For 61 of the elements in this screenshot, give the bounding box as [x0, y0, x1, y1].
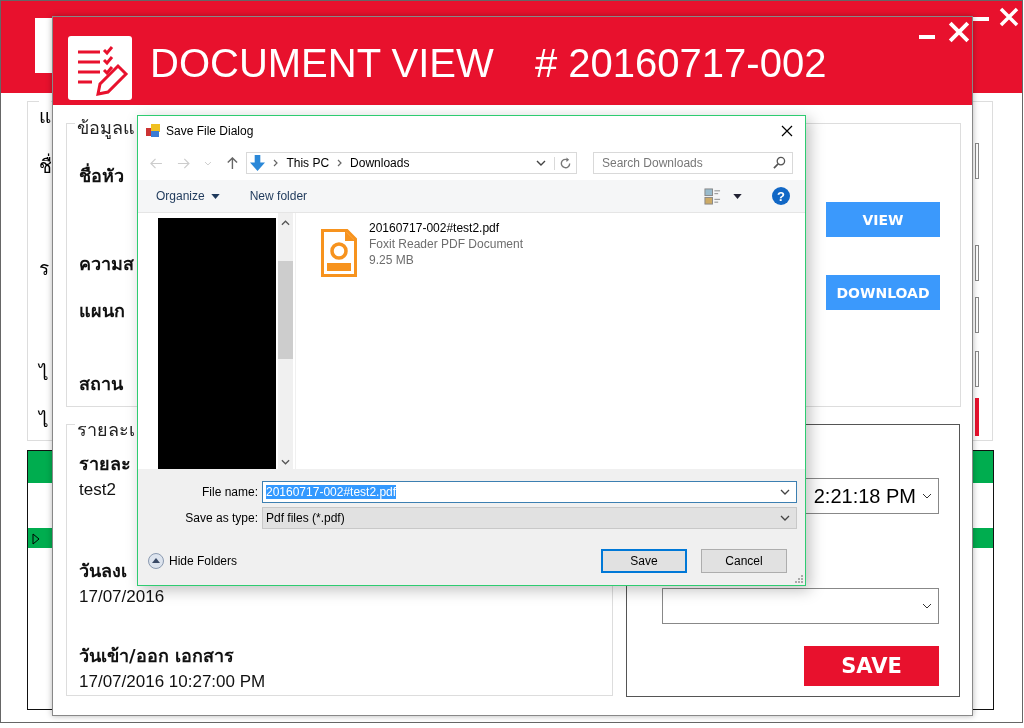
- resize-grip-icon[interactable]: [795, 575, 803, 583]
- chevron-icon: [922, 493, 932, 499]
- address-bar[interactable]: This PC Downloads: [246, 152, 577, 174]
- hide-folders-button[interactable]: Hide Folders: [148, 553, 238, 569]
- file-size: 9.25 MB: [369, 253, 415, 267]
- new-folder-button[interactable]: New folder: [249, 189, 308, 203]
- input-field[interactable]: [975, 297, 979, 333]
- scroll-down-icon[interactable]: [281, 459, 290, 465]
- collapse-icon: [148, 553, 164, 569]
- scroll-thumb[interactable]: [278, 261, 293, 359]
- field-label: รายละ: [79, 452, 131, 476]
- field-value: 17/07/2016 10:27:00 PM: [79, 672, 266, 692]
- cancel-button[interactable]: Cancel: [701, 549, 787, 573]
- field-label: ชื่อหัว: [79, 162, 124, 188]
- save-button[interactable]: Save: [601, 549, 687, 573]
- window-title: DOCUMENT VIEW: [150, 41, 494, 86]
- input-field[interactable]: [975, 245, 979, 281]
- row-indicator-icon: [32, 533, 40, 545]
- field-label: แผนก: [79, 299, 125, 323]
- caret-icon: [210, 193, 220, 199]
- field-label: วันเข้า/ออก เอกสาร: [79, 644, 234, 668]
- chevron-icon[interactable]: [780, 515, 790, 521]
- save-button[interactable]: SAVE: [804, 646, 939, 686]
- breadcrumb[interactable]: This PC: [286, 156, 330, 170]
- document-number: # 20160717-002: [535, 41, 827, 86]
- app-icon: [146, 124, 160, 138]
- organize-menu[interactable]: Organize: [156, 189, 220, 203]
- field-label: File name:: [200, 485, 258, 499]
- search-field[interactable]: Search Downloads: [593, 152, 793, 174]
- pdf-file-icon: [321, 229, 357, 277]
- input-field[interactable]: [975, 143, 979, 179]
- file-type-dropdown[interactable]: Pdf files (*.pdf): [262, 507, 797, 529]
- input-field[interactable]: [975, 351, 979, 387]
- checklist-pencil-icon: [68, 36, 132, 100]
- field-value: test2: [79, 480, 116, 500]
- close-icon[interactable]: [781, 125, 793, 137]
- breadcrumb[interactable]: Downloads: [350, 156, 410, 170]
- scrollbar[interactable]: [278, 213, 293, 469]
- field-value: 17/07/2016: [79, 587, 165, 607]
- chevron-icon: [922, 603, 932, 609]
- file-type: Foxit Reader PDF Document: [369, 237, 524, 251]
- up-arrow-icon[interactable]: [225, 156, 239, 170]
- chevron-icon: [273, 159, 279, 167]
- search-icon: [773, 156, 786, 169]
- chevron-icon[interactable]: [536, 160, 546, 166]
- download-arrow-icon: [250, 154, 266, 172]
- file-name: 20160717-002#test2.pdf: [369, 221, 501, 235]
- refresh-icon[interactable]: [559, 156, 572, 170]
- field-label: สถาน: [79, 372, 123, 396]
- view-options-icon[interactable]: [704, 187, 721, 205]
- chevron-icon[interactable]: [780, 489, 790, 495]
- chevron-icon: [337, 159, 343, 167]
- dropdown[interactable]: [662, 588, 939, 624]
- help-button[interactable]: ?: [772, 187, 790, 205]
- field-label: Save as type:: [184, 511, 258, 525]
- caret-icon[interactable]: [733, 193, 742, 199]
- field-label: ความส: [79, 252, 134, 276]
- dialog-title: Save File Dialog: [166, 124, 255, 138]
- scroll-up-icon[interactable]: [281, 220, 290, 226]
- file-item[interactable]: 20160717-002#test2.pdf Foxit Reader PDF Document 9.25 MB: [321, 221, 531, 277]
- field-label: วันลงเ: [79, 559, 127, 583]
